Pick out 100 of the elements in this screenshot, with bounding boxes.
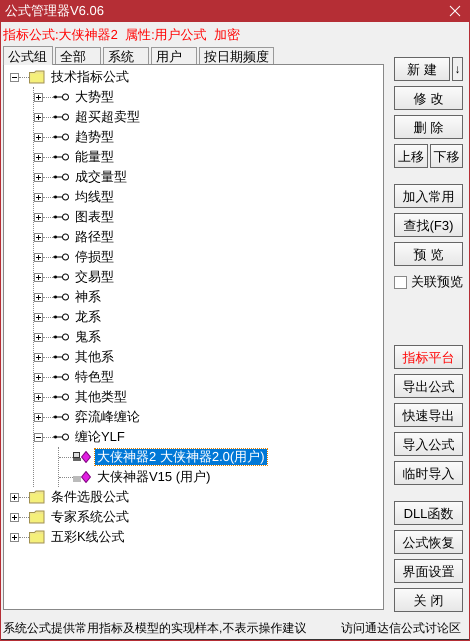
key-icon bbox=[53, 153, 69, 161]
expand-icon[interactable] bbox=[34, 292, 43, 302]
expand-icon[interactable] bbox=[34, 152, 43, 162]
tree-item[interactable]: 趋势型 bbox=[73, 129, 116, 145]
tree-item[interactable]: 龙系 bbox=[73, 309, 103, 325]
action-button[interactable]: 临时导入 bbox=[394, 461, 463, 485]
tree-item[interactable]: 弈流峰缠论 bbox=[73, 409, 142, 425]
key-icon bbox=[53, 173, 69, 181]
tree-item[interactable]: 图表型 bbox=[73, 209, 116, 225]
expand-icon[interactable] bbox=[34, 352, 43, 362]
expand-icon[interactable] bbox=[34, 132, 43, 142]
expand-icon[interactable] bbox=[34, 332, 43, 342]
forum-link[interactable]: 访问通达信公式讨论区 bbox=[341, 618, 461, 636]
key-icon bbox=[53, 133, 69, 141]
action-button[interactable]: 下移 bbox=[430, 144, 463, 168]
action-button[interactable]: 界面设置 bbox=[394, 559, 463, 583]
key-icon bbox=[53, 373, 69, 381]
expand-icon[interactable] bbox=[10, 492, 19, 502]
expand-icon[interactable] bbox=[34, 412, 43, 422]
status-message: 系统公式提供常用指标及模型的实现样本,不表示操作建议 bbox=[3, 620, 306, 636]
folder-icon bbox=[29, 510, 45, 524]
key-icon bbox=[53, 213, 69, 221]
expand-icon[interactable] bbox=[34, 272, 43, 282]
tree-item[interactable]: 专家系统公式 bbox=[49, 509, 131, 525]
tree-item[interactable]: 条件选股公式 bbox=[49, 489, 131, 505]
tab[interactable]: 按日期频度 bbox=[199, 47, 274, 64]
key-icon bbox=[53, 333, 69, 341]
tree-item[interactable]: 特色型 bbox=[73, 369, 116, 385]
folder-icon bbox=[29, 70, 45, 84]
tree-item[interactable]: 鬼系 bbox=[73, 329, 103, 345]
key-icon bbox=[53, 233, 69, 241]
expand-icon[interactable] bbox=[34, 192, 43, 202]
tab[interactable]: 全部 bbox=[55, 47, 101, 64]
key-icon bbox=[53, 273, 69, 281]
action-button[interactable]: 关 闭 bbox=[394, 588, 463, 612]
action-button[interactable]: DLL函数 bbox=[394, 501, 463, 525]
expand-icon[interactable] bbox=[34, 212, 43, 222]
expand-icon[interactable] bbox=[34, 252, 43, 262]
tab[interactable]: 系统 bbox=[103, 47, 149, 64]
key-icon bbox=[53, 193, 69, 201]
checkbox[interactable] bbox=[394, 276, 407, 288]
tree-item[interactable]: 能量型 bbox=[73, 149, 116, 165]
action-button[interactable]: 预 览 bbox=[394, 242, 463, 266]
tree-item[interactable]: 停损型 bbox=[73, 249, 116, 265]
tree-item[interactable]: 技术指标公式 bbox=[49, 69, 131, 85]
folder-icon bbox=[29, 530, 45, 544]
expand-icon[interactable] bbox=[10, 512, 19, 522]
action-button[interactable]: 导出公式 bbox=[394, 374, 463, 398]
tree-item[interactable]: 神系 bbox=[73, 289, 103, 305]
tree-item[interactable]: 均线型 bbox=[73, 189, 116, 205]
tree-item[interactable]: 大势型 bbox=[73, 89, 116, 105]
action-button[interactable]: 公式恢复 bbox=[394, 530, 463, 554]
expand-icon[interactable] bbox=[34, 372, 43, 382]
key-icon bbox=[53, 353, 69, 361]
tab[interactable]: 公式组 bbox=[3, 46, 53, 65]
collapse-icon[interactable] bbox=[10, 72, 19, 82]
tree-item[interactable]: 其他系 bbox=[73, 349, 116, 365]
tree-item[interactable]: 成交量型 bbox=[73, 169, 129, 185]
expand-icon[interactable] bbox=[34, 112, 43, 122]
action-button[interactable]: 查找(F3) bbox=[394, 213, 463, 237]
tree-item[interactable]: 超买超卖型 bbox=[73, 109, 142, 125]
key-icon bbox=[53, 393, 69, 401]
action-button[interactable]: 删 除 bbox=[394, 115, 463, 139]
folder-icon bbox=[29, 490, 45, 504]
action-button[interactable]: 快速导出 bbox=[394, 403, 463, 427]
action-button[interactable]: 新 建 bbox=[394, 57, 450, 81]
key-icon bbox=[53, 413, 69, 421]
key-icon bbox=[53, 433, 69, 441]
tree-item[interactable]: 大侠神器2 大侠神器2.0(用户) bbox=[95, 449, 267, 465]
action-button[interactable]: 导入公式 bbox=[394, 432, 463, 456]
dropdown-button[interactable]: ↓ bbox=[452, 57, 463, 81]
expand-icon[interactable] bbox=[34, 232, 43, 242]
tree-item[interactable]: 大侠神器V15 (用户) bbox=[95, 469, 212, 485]
key-icon bbox=[53, 293, 69, 301]
expand-icon[interactable] bbox=[34, 312, 43, 322]
tree-item[interactable]: 交易型 bbox=[73, 269, 116, 285]
info-line: 指标公式:大侠神器2 属性:用户公式 加密 bbox=[2, 26, 241, 44]
close-icon[interactable] bbox=[449, 5, 461, 17]
expand-icon[interactable] bbox=[34, 392, 43, 402]
expand-icon[interactable] bbox=[34, 172, 43, 182]
tree-item[interactable]: 缠论YLF bbox=[73, 429, 127, 445]
key-icon bbox=[53, 313, 69, 321]
key-icon bbox=[53, 253, 69, 261]
diamond-icon bbox=[81, 451, 91, 463]
diamond-icon bbox=[81, 471, 91, 483]
collapse-icon[interactable] bbox=[34, 432, 43, 442]
window-title: 公式管理器V6.06 bbox=[5, 2, 104, 20]
tree-item[interactable]: 五彩K线公式 bbox=[49, 529, 127, 545]
key-icon bbox=[53, 113, 69, 121]
key-icon bbox=[53, 93, 69, 101]
checkbox-label: 关联预览 bbox=[411, 273, 463, 292]
preview-checkbox[interactable]: 关联预览 bbox=[394, 271, 463, 293]
action-button[interactable]: 修 改 bbox=[394, 86, 463, 110]
action-button[interactable]: 加入常用 bbox=[394, 184, 463, 208]
expand-icon[interactable] bbox=[34, 92, 43, 102]
action-button[interactable]: 上移 bbox=[394, 144, 428, 168]
tab[interactable]: 用户 bbox=[151, 47, 197, 64]
expand-icon[interactable] bbox=[10, 532, 19, 542]
tree-item[interactable]: 路径型 bbox=[73, 229, 116, 245]
tree-item[interactable]: 其他类型 bbox=[73, 389, 129, 405]
